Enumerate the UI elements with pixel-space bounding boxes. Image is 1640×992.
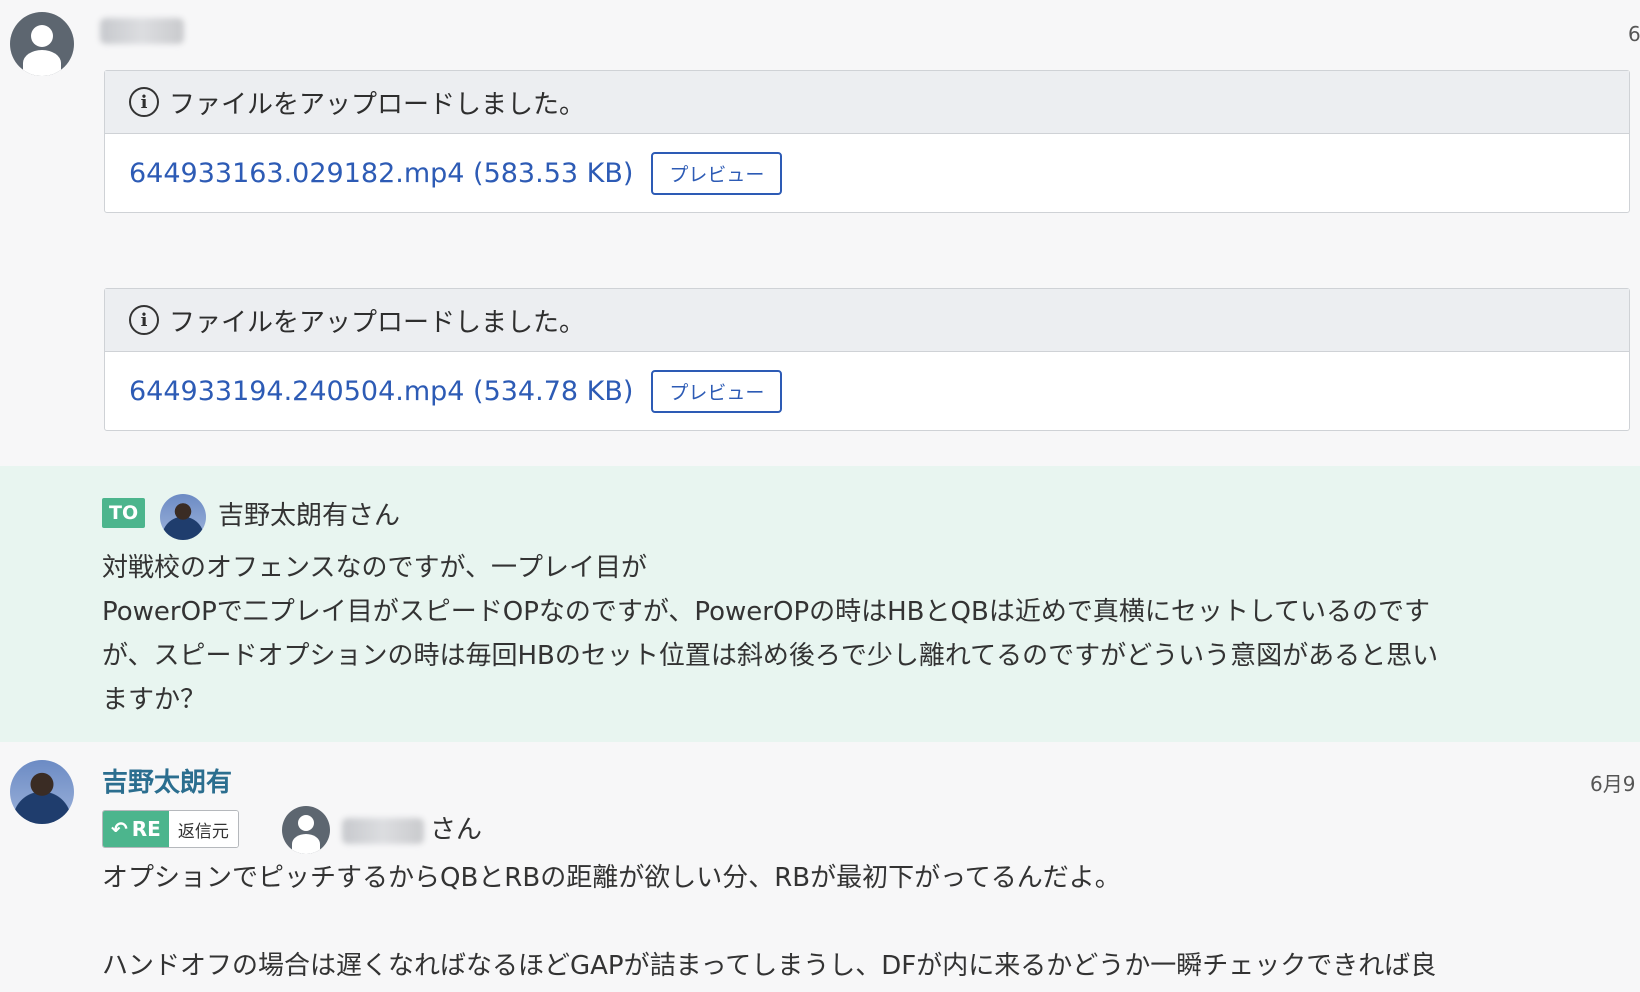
message-date: 6: [1628, 22, 1640, 46]
message-line: PowerOPで二プレイ目がスピードOPなのですが、PowerOPの時はHBとQ…: [102, 597, 1431, 627]
mention-avatar[interactable]: [160, 494, 206, 540]
file-link[interactable]: 644933163.029182.mp4 (583.53 KB): [129, 158, 633, 189]
info-icon: i: [129, 87, 159, 117]
upload-card-1: i ファイルをアップロードしました。 644933163.029182.mp4 …: [104, 70, 1630, 213]
to-badge: TO: [102, 498, 146, 528]
message-line: ハンドオフの場合は遅くなればなるほどGAPが詰まってしまうし、DFが内に来るかど…: [102, 951, 1437, 981]
message-line: が、スピードオプションの時は毎回HBのセット位置は斜め後ろで少し離れてるのですが…: [102, 641, 1439, 671]
recipient-avatar[interactable]: [282, 806, 330, 854]
preview-button[interactable]: プレビュー: [651, 369, 783, 413]
author-name[interactable]: 吉野太朗有: [102, 762, 232, 799]
user-avatar[interactable]: [10, 12, 74, 76]
message-line: 対戦校のオフェンスなのですが、一プレイ目が: [102, 553, 647, 583]
message-line: オプションでピッチするからQBとRBの距離が欲しい分、RBが最初下がってるんだよ…: [102, 863, 1121, 893]
message-2: 吉野太朗有 6月9 ↶ RE 返信元 さん オプションでピッチするからQBとRBの…: [0, 742, 1640, 992]
reply-source-label: 返信元: [168, 811, 238, 847]
mention-block: TO 吉野太朗有さん 対戦校のオフェンスなのですが、一プレイ目が PowerOP…: [0, 466, 1640, 742]
recipient-name-blurred: [342, 818, 424, 844]
message-1: 6 i ファイルをアップロードしました。 644933163.029182.mp…: [0, 0, 1640, 466]
reply-source-badge[interactable]: ↶ RE 返信元: [102, 810, 239, 848]
message-line: ますか？: [102, 685, 207, 715]
recipient-suffix: さん: [430, 815, 483, 845]
upload-card-header: i ファイルをアップロードしました。: [105, 71, 1629, 134]
reply-icon: ↶ RE: [103, 811, 169, 847]
upload-card-2: i ファイルをアップロードしました。 644933194.240504.mp4 …: [104, 288, 1630, 431]
message-body: 対戦校のオフェンスなのですが、一プレイ目が PowerOPで二プレイ目がスピード…: [102, 546, 1632, 722]
mention-name: 吉野太朗有さん: [218, 501, 401, 531]
file-link[interactable]: 644933194.240504.mp4 (534.78 KB): [129, 376, 633, 407]
preview-button[interactable]: プレビュー: [651, 151, 783, 195]
author-name-blurred: [100, 18, 184, 44]
author-avatar[interactable]: [10, 760, 74, 824]
message-date: 6月9: [1590, 772, 1636, 796]
info-icon: i: [129, 305, 159, 335]
upload-card-header: i ファイルをアップロードしました。: [105, 289, 1629, 352]
